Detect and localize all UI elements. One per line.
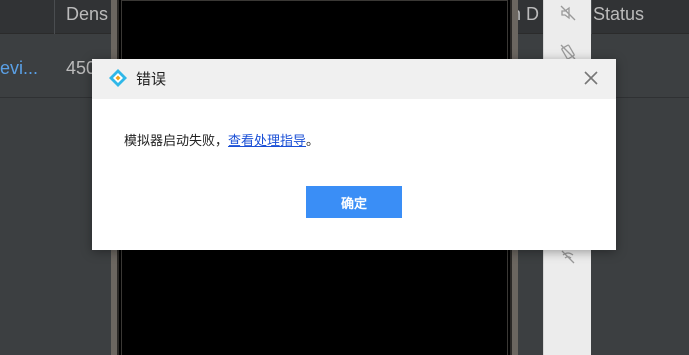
device-name-cell[interactable]: evi... — [0, 58, 38, 79]
column-header-status[interactable]: Status — [593, 4, 644, 25]
dialog-title: 错误 — [136, 70, 167, 88]
app-logo-icon — [108, 68, 128, 88]
dialog-message: 模拟器启动失败，查看处理指导。 — [124, 130, 319, 149]
error-dialog: 错误 模拟器启动失败，查看处理指导。 确定 — [92, 59, 616, 250]
screen: Dens n D Status evi... 450 错误 模拟器启动失败，查看… — [0, 0, 689, 355]
ok-button[interactable]: 确定 — [306, 186, 402, 218]
view-guide-link[interactable]: 查看处理指导 — [228, 134, 306, 149]
message-suffix: 。 — [306, 134, 320, 149]
column-separator[interactable] — [591, 0, 592, 34]
mute-icon[interactable] — [558, 3, 578, 23]
column-header-density[interactable]: Dens — [66, 4, 108, 25]
close-icon[interactable] — [581, 68, 601, 88]
signal-off-icon[interactable] — [558, 247, 578, 267]
message-text: 模拟器启动失败， — [124, 134, 229, 149]
column-separator[interactable] — [54, 0, 55, 34]
dialog-header: 错误 — [92, 59, 616, 99]
